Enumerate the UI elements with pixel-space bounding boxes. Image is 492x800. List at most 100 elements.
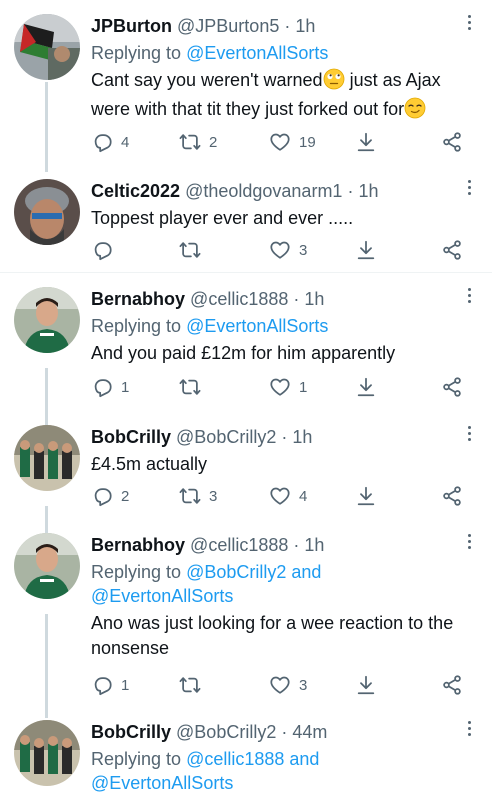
reply-button[interactable]: 1 [91, 375, 129, 399]
share-icon [441, 376, 463, 398]
reply-button[interactable]: 2 [91, 484, 129, 508]
reply-button[interactable] [91, 238, 121, 262]
retweet-button[interactable]: 2 [179, 130, 217, 154]
retweet-button[interactable] [179, 375, 209, 399]
mention-link[interactable]: @EvertonAllSorts [186, 316, 328, 336]
avatar[interactable] [14, 179, 80, 245]
heart-icon [269, 376, 291, 398]
separator-dot: · [347, 181, 354, 201]
display-name[interactable]: BobCrilly [91, 427, 171, 447]
share-icon [441, 131, 463, 153]
timestamp[interactable]: 1h [295, 16, 315, 36]
thread-connector [45, 82, 48, 172]
share-button[interactable] [441, 484, 463, 508]
download-button[interactable] [355, 238, 377, 262]
download-button[interactable] [355, 130, 377, 154]
download-button[interactable] [355, 375, 377, 399]
timestamp[interactable]: 1h [292, 427, 312, 447]
mention-link[interactable]: @EvertonAllSorts [91, 773, 233, 793]
like-button[interactable]: 4 [269, 484, 307, 508]
display-name[interactable]: BobCrilly [91, 722, 171, 742]
user-handle[interactable]: @JPBurton5 [177, 16, 279, 36]
replying-prefix: Replying to [91, 749, 187, 769]
heart-icon [269, 239, 291, 261]
download-button[interactable] [355, 484, 377, 508]
thread-connector [45, 614, 48, 718]
share-button[interactable] [441, 238, 463, 262]
download-icon [355, 131, 377, 153]
replying-to: Replying to @BobCrilly2 and @EvertonAllSo… [91, 560, 478, 608]
avatar[interactable] [14, 425, 80, 491]
reply-button[interactable]: 4 [91, 130, 129, 154]
mention-link[interactable]: @BobCrilly2 [186, 562, 286, 582]
retweet-button[interactable]: 3 [179, 484, 217, 508]
replying-prefix: Replying to [91, 43, 187, 63]
share-icon [441, 485, 463, 507]
share-button[interactable] [441, 375, 463, 399]
retweet-button[interactable] [179, 673, 209, 697]
divider [0, 272, 492, 273]
like-button[interactable]: 3 [269, 673, 307, 697]
reply-icon [91, 376, 113, 398]
user-handle[interactable]: @theoldgovanarm1 [185, 181, 342, 201]
replying-and: and [286, 562, 322, 582]
like-button[interactable]: 3 [269, 238, 307, 262]
retweet-icon [179, 376, 201, 398]
display-name[interactable]: Bernabhoy [91, 535, 185, 555]
mention-link[interactable]: @cellic1888 [186, 749, 284, 769]
reply-button[interactable]: 1 [91, 673, 129, 697]
tweet-text: Ano was just looking for a wee reaction … [91, 613, 454, 658]
avatar[interactable] [14, 14, 80, 80]
reply-icon [91, 485, 113, 507]
reply-count: 4 [121, 133, 130, 151]
timestamp[interactable]: 1h [304, 289, 324, 309]
more-icon[interactable] [460, 716, 478, 740]
user-handle[interactable]: @BobCrilly2 [176, 427, 276, 447]
user-handle[interactable]: @cellic1888 [190, 289, 288, 309]
mention-link[interactable]: @EvertonAllSorts [91, 586, 233, 606]
heart-icon [269, 485, 291, 507]
separator-dot: · [293, 289, 300, 309]
timestamp[interactable]: 1h [358, 181, 378, 201]
more-icon[interactable] [460, 421, 478, 445]
tweet-actions: 1 1 [91, 375, 471, 399]
user-handle[interactable]: @cellic1888 [190, 535, 288, 555]
share-button[interactable] [441, 130, 463, 154]
display-name[interactable]: Bernabhoy [91, 289, 185, 309]
reply-icon [91, 239, 113, 261]
display-name[interactable]: JPBurton [91, 16, 172, 36]
more-icon[interactable] [460, 283, 478, 307]
timestamp[interactable]: 1h [304, 535, 324, 555]
download-icon [355, 376, 377, 398]
timestamp[interactable]: 44m [292, 722, 327, 742]
reply-count: 2 [121, 487, 130, 505]
tweet-actions: 3 [91, 238, 471, 262]
more-icon[interactable] [460, 175, 478, 199]
like-button[interactable]: 19 [269, 130, 316, 154]
reply-count: 1 [121, 676, 130, 694]
like-count: 4 [299, 487, 308, 505]
replying-prefix: Replying to [91, 316, 187, 336]
retweet-icon [179, 239, 201, 261]
like-button[interactable]: 1 [269, 375, 307, 399]
display-name[interactable]: Celtic2022 [91, 181, 180, 201]
tweet-actions: 1 3 [91, 673, 471, 697]
avatar[interactable] [14, 720, 80, 786]
tweet-header: BobCrilly @BobCrilly2 · 1h [91, 425, 478, 449]
retweet-button[interactable] [179, 238, 209, 262]
user-handle[interactable]: @BobCrilly2 [176, 722, 276, 742]
avatar[interactable] [14, 287, 80, 353]
separator-dot: · [284, 16, 291, 36]
separator-dot: · [293, 535, 300, 555]
retweet-icon [179, 485, 201, 507]
heart-icon [269, 674, 291, 696]
more-icon[interactable] [460, 529, 478, 553]
more-icon[interactable] [460, 10, 478, 34]
share-button[interactable] [441, 673, 463, 697]
retweet-count: 2 [209, 133, 218, 151]
mention-link[interactable]: @EvertonAllSorts [186, 43, 328, 63]
avatar[interactable] [14, 533, 80, 599]
replying-to: Replying to @EvertonAllSorts [91, 41, 478, 65]
like-count: 3 [299, 241, 308, 259]
download-button[interactable] [355, 673, 377, 697]
